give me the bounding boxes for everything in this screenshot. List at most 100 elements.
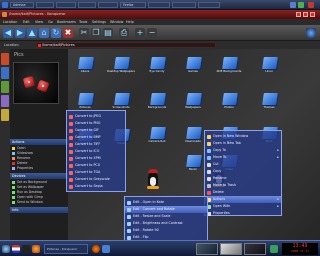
top-panel-item-3[interactable] [56, 2, 76, 8]
side-device-item[interactable]: Set as Background [12, 180, 47, 184]
power-icon[interactable] [308, 2, 314, 8]
menu-row-convert[interactable]: Convert to JPEG [67, 113, 125, 120]
menu-row-convert[interactable]: Convert to BMP [67, 134, 125, 141]
menu-row-convert[interactable]: Convert to XPM [67, 155, 125, 162]
clock[interactable]: 13:49 2008-11-17 [282, 243, 318, 255]
menu-row-convert[interactable]: Convert to GIF [67, 127, 125, 134]
top-panel-item-8[interactable] [172, 2, 196, 8]
bookmarks-tab-icon[interactable] [1, 53, 9, 65]
services-tab-icon[interactable] [1, 109, 9, 121]
side-device-item[interactable]: Run as Desktop [12, 190, 42, 194]
menu-bookmarks[interactable]: Bookmarks [57, 20, 76, 24]
zoom-out-icon[interactable]: − [147, 28, 157, 38]
terminal-icon[interactable] [22, 245, 30, 253]
history-tab-icon[interactable] [1, 67, 9, 79]
stop-icon[interactable]: ✖ [63, 28, 73, 38]
menu-row-convert[interactable]: Convert to TIFF [67, 141, 125, 148]
menu-row-convert[interactable]: Convert to TGA [67, 169, 125, 176]
folder-item[interactable]: Wallpapers [178, 93, 208, 121]
devices-section-header[interactable]: Devices [10, 173, 68, 179]
top-panel-address[interactable]: Adresse [10, 2, 34, 8]
desktop-3-thumbnail[interactable] [244, 243, 266, 255]
submenu-row[interactable]: Edit - Brightness and Contrast [125, 220, 207, 227]
menu-help[interactable]: Help [126, 20, 134, 24]
menu-settings[interactable]: Settings [92, 20, 106, 24]
folder-item[interactable]: Games [178, 57, 208, 85]
system-tray-icon[interactable] [270, 245, 278, 253]
actions-menu-row[interactable]: Open in New Window [205, 133, 281, 140]
actions-menu-row[interactable]: Move To ▸ [205, 154, 281, 161]
menu-row-convert[interactable]: Convert to PNG [67, 120, 125, 127]
actions-menu-row-actions[interactable]: Actions ▸ [205, 196, 281, 203]
cut-icon[interactable]: ✂ [79, 28, 89, 38]
close-button[interactable] [310, 12, 315, 17]
folder-item[interactable]: Aliens [70, 57, 100, 85]
menu-row-convert[interactable]: Convert to Grayscale [67, 176, 125, 183]
home-icon[interactable]: ⌂ [39, 28, 49, 38]
actions-menu-row[interactable]: Rename [205, 175, 281, 182]
window-titlebar[interactable]: /home/kaif/Pictures - Konqueror [0, 10, 320, 19]
app-icon[interactable] [2, 12, 7, 17]
actions-section-header[interactable]: Actions [10, 139, 68, 145]
firefox-icon[interactable] [92, 245, 100, 253]
menu-tools[interactable]: Tools [79, 20, 87, 24]
copy-icon[interactable]: ❐ [91, 28, 101, 38]
top-panel-item-9[interactable] [198, 2, 220, 8]
kmenu-icon[interactable] [2, 245, 10, 253]
maximize-button[interactable] [303, 12, 308, 17]
side-action-rename[interactable]: Rename [12, 156, 30, 160]
home-tab-icon[interactable] [1, 81, 9, 93]
top-panel-item-5[interactable] [98, 2, 118, 8]
back-icon[interactable]: ◀ [3, 28, 13, 38]
actions-menu-row[interactable]: Open With ▸ [205, 203, 281, 210]
menu-row-convert[interactable]: Convert to PCX [67, 162, 125, 169]
side-device-item[interactable]: Open with Gimp [12, 195, 43, 199]
actions-menu-row[interactable]: Cut [205, 161, 281, 168]
submenu-row[interactable]: Edit - Rotate 90 [125, 227, 207, 234]
actions-menu-row[interactable]: Delete [205, 189, 281, 196]
actions-menu-row[interactable]: Copy To ▸ [205, 147, 281, 154]
actions-menu-row[interactable]: Properties [205, 210, 281, 217]
forward-icon[interactable]: ▶ [15, 28, 25, 38]
desktop-2-thumbnail[interactable] [220, 243, 242, 255]
menu-view[interactable]: View [35, 20, 43, 24]
paste-icon[interactable]: ▤ [103, 28, 113, 38]
folder-item[interactable]: Photos [214, 93, 244, 121]
top-panel-item-2[interactable] [36, 2, 54, 8]
minimize-button[interactable] [296, 12, 301, 17]
kde-menu-icon[interactable] [2, 2, 8, 8]
info-section-header[interactable]: Info [10, 207, 68, 213]
submenu-row[interactable]: Edit - Resize and Scale [125, 213, 207, 220]
side-device-item[interactable]: Set as Wallpaper [12, 185, 44, 189]
side-device-item[interactable]: Send to Window [12, 200, 43, 204]
menu-go[interactable]: Go [48, 20, 53, 24]
flag-icon[interactable] [12, 245, 20, 253]
folder-item[interactable]: KDE Backgrounds [214, 57, 244, 85]
folder-item[interactable]: Linux [254, 57, 284, 85]
folder-item[interactable]: Camera Roll [142, 127, 172, 155]
submenu-row-convert-rotate[interactable]: Edit - Convert and Rotate [125, 206, 207, 213]
print-icon[interactable]: ⎙ [119, 28, 129, 38]
menu-row-convert[interactable]: Convert to ICO [67, 148, 125, 155]
zoom-in-icon[interactable]: + [135, 28, 145, 38]
folder-item[interactable]: Backgrounds [142, 93, 172, 121]
side-action-slideshow[interactable]: Slideshow [12, 151, 33, 155]
menu-window[interactable]: Window [110, 20, 123, 24]
top-panel-item-7[interactable] [148, 2, 170, 8]
actions-menu-row[interactable]: Open in New Tab [205, 140, 281, 147]
volume-icon[interactable] [290, 2, 296, 8]
folder-item[interactable]: Eye Candy [142, 57, 172, 85]
side-action-open[interactable]: Open [12, 146, 26, 150]
task-konqueror[interactable]: Pictures - Konqueror [44, 244, 88, 254]
folder-item[interactable]: Desktop Wallpapers [106, 57, 136, 85]
folder-item[interactable]: Themes [254, 93, 284, 121]
menu-edit[interactable]: Edit [23, 20, 30, 24]
top-panel-item-4[interactable] [78, 2, 96, 8]
network-icon[interactable] [298, 2, 304, 8]
menu-location[interactable]: Location [3, 20, 17, 24]
desktop-1-thumbnail[interactable] [196, 243, 218, 255]
submenu-row[interactable]: Edit - Open in Kate [125, 199, 207, 206]
up-icon[interactable]: ▲ [27, 28, 37, 38]
side-action-properties[interactable]: Properties [12, 166, 33, 170]
location-input[interactable]: /home/kaif/Pictures [36, 42, 216, 48]
